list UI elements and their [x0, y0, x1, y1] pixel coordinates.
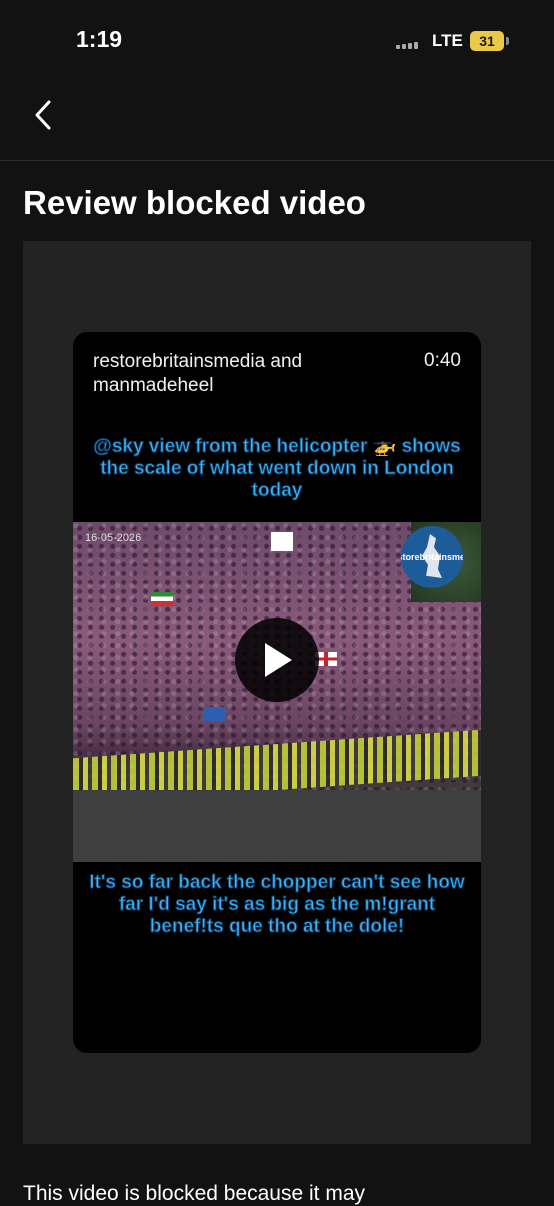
flag: [203, 707, 225, 721]
back-button[interactable]: [26, 98, 60, 132]
video-duration: 0:40: [424, 350, 461, 371]
play-icon: [265, 643, 292, 677]
logo-text: Restorebritainsmedia: [401, 552, 463, 562]
play-button[interactable]: [235, 618, 319, 702]
flag: [151, 592, 173, 606]
battery-tip: [506, 37, 509, 45]
status-bar: 1:19 LTE 31: [0, 0, 554, 84]
date-stamp: 16-05-2026: [85, 532, 142, 544]
blocked-notice: This video is blocked because it may: [23, 1182, 365, 1205]
top-nav: [0, 84, 554, 161]
page-title: Review blocked video: [23, 184, 366, 221]
status-time: 1:19: [76, 26, 123, 52]
video-author: restorebritainsmedia and manmadeheel: [93, 351, 303, 396]
video-card[interactable]: restorebritainsmedia and manmadeheel 0:4…: [73, 332, 481, 1053]
flag: [271, 532, 293, 551]
network-label: LTE: [432, 31, 463, 50]
video-caption-top: @sky view from the helicopter 🚁 shows th…: [93, 436, 461, 502]
video-caption-bottom: It's so far back the chopper can't see h…: [89, 872, 465, 938]
signal-bars-icon: [396, 39, 424, 49]
chevron-left-icon: [35, 100, 51, 130]
channel-logo: Restorebritainsmedia: [401, 526, 463, 588]
road: [73, 790, 481, 862]
video-preview-panel: restorebritainsmedia and manmadeheel 0:4…: [23, 241, 531, 1144]
battery-icon: 31: [470, 31, 504, 51]
